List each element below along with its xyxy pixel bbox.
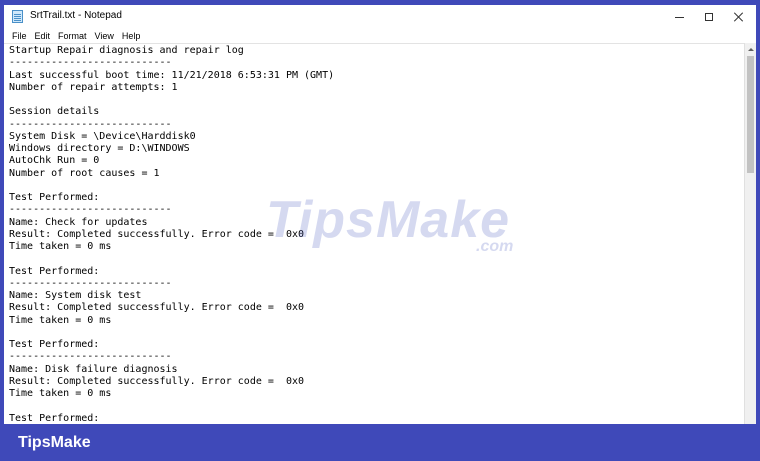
close-button[interactable] bbox=[724, 5, 754, 29]
vertical-scrollbar[interactable] bbox=[744, 43, 756, 424]
document-line: Test Performed: bbox=[9, 412, 100, 424]
maximize-icon bbox=[705, 13, 713, 21]
document-line: Last successful boot time: 11/21/2018 6:… bbox=[9, 69, 335, 81]
document-line: --------------------------- bbox=[9, 204, 172, 216]
document-line: Number of root causes = 1 bbox=[9, 167, 160, 179]
menu-bar: File Edit Format View Help bbox=[4, 29, 756, 43]
document-line: Result: Completed successfully. Error co… bbox=[9, 228, 305, 240]
watermark-suffix: .com bbox=[476, 238, 514, 255]
document-line: Name: Disk failure diagnosis bbox=[9, 363, 178, 375]
menu-view[interactable]: View bbox=[91, 29, 118, 43]
menu-edit[interactable]: Edit bbox=[31, 29, 55, 43]
document-line: Time taken = 0 ms bbox=[9, 388, 112, 399]
document-line: --------------------------- bbox=[9, 118, 172, 130]
document-line: Name: Check for updates bbox=[9, 216, 148, 228]
window-title: SrtTrail.txt - Notepad bbox=[30, 10, 122, 21]
document-line: AutoChk Run = 0 bbox=[9, 155, 100, 167]
document-line: Test Performed: bbox=[9, 339, 100, 350]
document-line: Time taken = 0 ms bbox=[9, 314, 112, 326]
document-line: Windows directory = D:\WINDOWS bbox=[9, 143, 190, 154]
document-line: Session details bbox=[9, 106, 100, 118]
scroll-up-arrow-icon[interactable] bbox=[745, 43, 756, 55]
document-line: Test Performed: bbox=[9, 192, 100, 203]
maximize-button[interactable] bbox=[694, 5, 724, 29]
menu-file[interactable]: File bbox=[8, 29, 31, 43]
menu-help[interactable]: Help bbox=[118, 29, 145, 43]
document-line: Result: Completed successfully. Error co… bbox=[9, 302, 305, 314]
document-line: --------------------------- bbox=[9, 277, 172, 289]
document-line: --------------------------- bbox=[9, 57, 172, 69]
document-line: Number of repair attempts: 1 bbox=[9, 81, 178, 93]
minimize-button[interactable] bbox=[664, 5, 694, 29]
document-line: Startup Repair diagnosis and repair log bbox=[9, 45, 244, 56]
document-line: --------------------------- bbox=[9, 351, 172, 363]
watermark-logo: TipsMake bbox=[266, 191, 511, 249]
close-icon bbox=[734, 12, 744, 22]
menu-format[interactable]: Format bbox=[54, 29, 91, 43]
document-line: Test Performed: bbox=[9, 265, 100, 277]
document-line: Result: Completed successfully. Error co… bbox=[9, 375, 305, 387]
title-bar[interactable]: SrtTrail.txt - Notepad bbox=[4, 5, 756, 29]
notepad-icon bbox=[12, 10, 23, 23]
document-line: Name: System disk test bbox=[9, 290, 142, 301]
document-line: System Disk = \Device\Harddisk0 bbox=[9, 130, 196, 142]
document-line: Time taken = 0 ms bbox=[9, 241, 112, 252]
footer-logo: TipsMake bbox=[18, 434, 91, 451]
scroll-thumb[interactable] bbox=[747, 56, 754, 173]
minimize-icon bbox=[674, 16, 684, 18]
